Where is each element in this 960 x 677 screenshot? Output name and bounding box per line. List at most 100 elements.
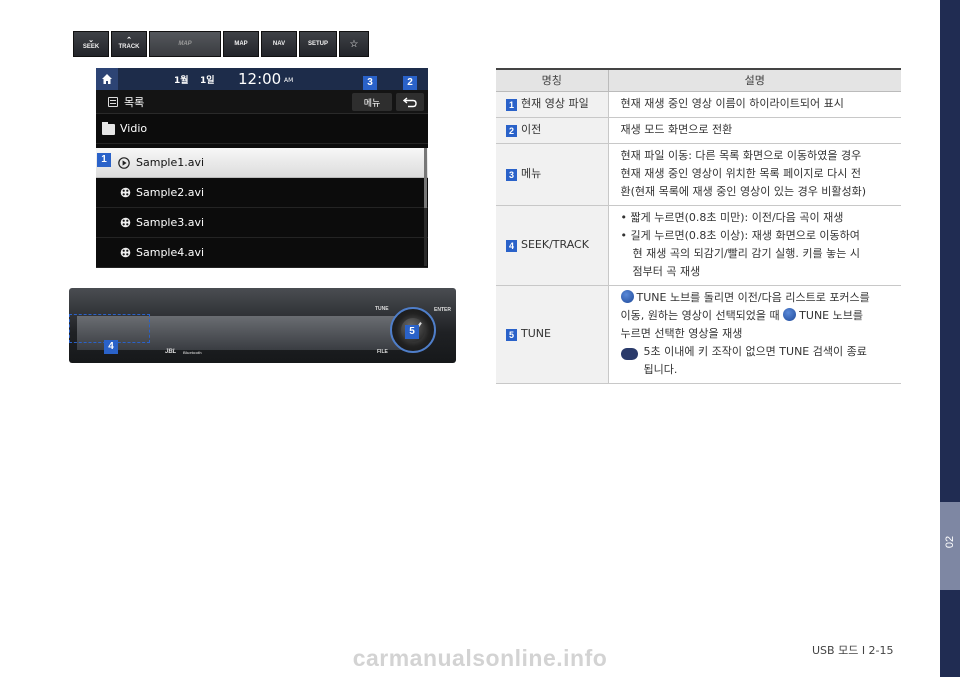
nav-label: NAV xyxy=(272,41,286,47)
row-description: 재생 모드 화면으로 전환 xyxy=(608,117,901,144)
chapter-number: 02 xyxy=(944,535,956,549)
star-icon: ☆ xyxy=(349,38,359,50)
row-description: 현재 파일 이동: 다른 목록 화면으로 이동하였을 경우 현재 재생 중인 영… xyxy=(608,143,901,206)
row-name-cell: 4 SEEK/TRACK xyxy=(496,205,609,286)
tune-knob-icon xyxy=(620,289,634,303)
file-label: FILE xyxy=(377,349,388,355)
folder-row[interactable]: Vidio xyxy=(96,116,428,144)
map-logo-label: MAP xyxy=(178,41,192,47)
callout-3: 3 xyxy=(363,76,377,90)
file-row-selected[interactable]: Sample1.avi xyxy=(96,148,428,178)
file-name: Sample4.avi xyxy=(136,246,205,259)
list-icon xyxy=(108,97,118,107)
watermark: carmanualsonline.info xyxy=(352,645,608,671)
track-button[interactable]: ⌃ TRACK xyxy=(111,31,147,57)
callout-5: 5 xyxy=(405,325,419,339)
file-row[interactable]: Sample3.avi xyxy=(96,208,428,238)
jbl-logo: JBL xyxy=(165,349,177,355)
seek-label: SEEK xyxy=(82,44,100,50)
row-name-cell: 1 현재 영상 파일 xyxy=(496,91,609,118)
file-row[interactable]: Sample2.avi xyxy=(96,178,428,208)
table-row: 1 현재 영상 파일 현재 재생 중인 영상 이름이 하이라이트되어 표시 xyxy=(496,91,901,118)
table-header-row: 명칭 설명 xyxy=(496,68,901,92)
menu-button[interactable]: 메뉴 xyxy=(352,93,392,111)
row-name-cell: 3 메뉴 xyxy=(496,143,609,206)
callout-2: 2 xyxy=(403,76,417,90)
folder-icon xyxy=(102,122,115,135)
header-name: 명칭 xyxy=(496,68,609,92)
back-button[interactable] xyxy=(396,93,424,111)
row-name: 이전 xyxy=(521,123,542,136)
row-name: 현재 영상 파일 xyxy=(521,97,589,110)
desc-text: 이동, 원하는 영상이 선택되었을 때 xyxy=(620,308,780,322)
row-number-badge: 3 xyxy=(506,169,517,181)
desc-text: TUNE 노브를 돌리면 이전/다음 리스트로 포커스를 xyxy=(636,290,870,304)
bullet-continuation: 점부터 곡 재생 xyxy=(632,264,701,278)
video-file-icon xyxy=(120,187,131,198)
row-name-cell: 5 TUNE xyxy=(496,285,609,384)
folder-name: Vidio xyxy=(120,122,148,135)
list-title: 목록 xyxy=(124,96,145,109)
file-row[interactable]: Sample4.avi xyxy=(96,238,428,268)
note-continuation: 됩니다. xyxy=(643,362,678,376)
callout-1: 1 xyxy=(97,153,111,167)
tune-label: TUNE xyxy=(375,306,389,312)
file-name: Sample3.avi xyxy=(136,216,205,229)
favorite-button[interactable]: ☆ xyxy=(339,31,369,57)
desc-text: TUNE 노브를 xyxy=(799,308,863,322)
info-note: i 5초 이내에 키 조작이 없으면 TUNE 검색이 종료 xyxy=(616,343,895,361)
map-logo-button[interactable]: MAP xyxy=(149,31,221,57)
list-title-bar: 목록 메뉴 xyxy=(96,90,428,114)
file-name: Sample2.avi xyxy=(136,186,205,199)
row-name: 메뉴 xyxy=(521,167,542,180)
row-name: TUNE xyxy=(521,327,551,340)
note-text: 5초 이내에 키 조작이 없으면 TUNE 검색이 종료 xyxy=(643,344,867,358)
row-description: 현재 재생 중인 영상 이름이 하이라이트되어 표시 xyxy=(608,91,901,118)
enter-label: ENTER xyxy=(434,307,451,313)
map-label: MAP xyxy=(234,41,248,47)
map-button[interactable]: MAP xyxy=(223,31,259,57)
row-description: TUNE 노브를 돌리면 이전/다음 리스트로 포커스를 이동, 원하는 영상이… xyxy=(608,285,901,384)
setup-label: SETUP xyxy=(307,41,328,47)
desc-line: 현재 파일 이동: 다른 목록 화면으로 이동하였을 경우 xyxy=(620,148,862,162)
info-icon: i xyxy=(616,347,638,360)
row-name: SEEK/TRACK xyxy=(521,238,589,251)
home-icon xyxy=(102,74,112,84)
bullet-continuation: 현 재생 곡의 되감기/빨리 감기 실행. 키를 놓는 시 xyxy=(632,246,860,260)
table-row: 3 메뉴 현재 파일 이동: 다른 목록 화면으로 이동하였을 경우 현재 재생 … xyxy=(496,143,901,206)
row-description: • 짧게 누르면(0.8초 미만): 이전/다음 곡이 재생 • 길게 누르면(… xyxy=(608,205,901,286)
desc-line: TUNE 노브를 돌리면 이전/다음 리스트로 포커스를 xyxy=(620,289,895,307)
video-file-icon xyxy=(120,217,131,228)
table-row: 2 이전 재생 모드 화면으로 전환 xyxy=(496,117,901,144)
track-label: TRACK xyxy=(118,44,140,50)
usb-video-list-screen: 1월 1일 12:00 AM 목록 메뉴 Vidio Sample1.avi S… xyxy=(96,68,428,268)
row-number-badge: 2 xyxy=(506,125,517,137)
scrollbar-thumb[interactable] xyxy=(424,148,427,208)
bullet-item: • 짧게 누르면(0.8초 미만): 이전/다음 곡이 재생 xyxy=(620,210,844,224)
setup-button[interactable]: SETUP xyxy=(299,31,337,57)
row-number-badge: 4 xyxy=(506,240,517,252)
bullet-item: • 길게 누르면(0.8초 이상): 재생 화면으로 이동하여 xyxy=(620,228,860,242)
callout-4: 4 xyxy=(104,340,118,354)
clock-ampm: AM xyxy=(284,77,294,84)
desc-line: 이동, 원하는 영상이 선택되었을 때 TUNE 노브를 xyxy=(621,307,895,325)
row-name-cell: 2 이전 xyxy=(496,117,609,144)
date-day: 1일 xyxy=(200,76,215,86)
seek-button[interactable]: ⌄ SEEK xyxy=(73,31,109,57)
status-bar: 1월 1일 12:00 AM xyxy=(96,68,428,90)
date-month: 1월 xyxy=(174,76,189,86)
file-name: Sample1.avi xyxy=(136,156,205,169)
seek-track-highlight xyxy=(69,314,150,343)
home-button[interactable] xyxy=(96,68,118,90)
video-file-icon xyxy=(120,247,131,258)
desc-line: 환(현재 목록에 재생 중인 영상이 있는 경우 비활성화) xyxy=(620,184,867,198)
bluetooth-logo: Bluetooth xyxy=(183,350,202,355)
description-table: 명칭 설명 1 현재 영상 파일 현재 재생 중인 영상 이름이 하이라이트되어 … xyxy=(496,68,901,384)
table-row: 5 TUNE TUNE 노브를 돌리면 이전/다음 리스트로 포커스를 이동, 원… xyxy=(496,285,901,384)
header-description: 설명 xyxy=(608,68,901,92)
back-arrow-icon xyxy=(403,97,417,108)
clock-time: 12:00 xyxy=(238,70,282,88)
nav-button[interactable]: NAV xyxy=(261,31,297,57)
table-row: 4 SEEK/TRACK • 짧게 누르면(0.8초 미만): 이전/다음 곡이 … xyxy=(496,205,901,286)
desc-line: 현재 재생 중인 영상이 위치한 목록 페이지로 다시 전 xyxy=(620,166,862,180)
